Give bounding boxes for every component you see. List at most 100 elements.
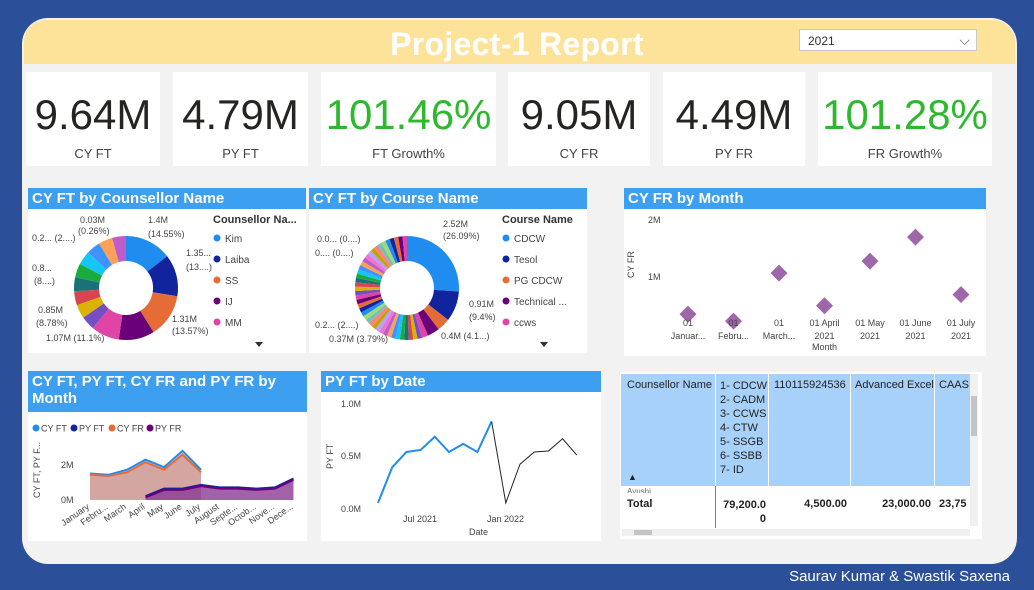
- x-tick: Januar...: [671, 331, 706, 341]
- donut-slice[interactable]: [407, 236, 459, 292]
- x-tick: 2021: [905, 331, 925, 341]
- legend-scroll-down-icon[interactable]: [255, 342, 263, 347]
- kpi-card-cy-fr[interactable]: 9.05M CY FR: [508, 72, 650, 166]
- legend-label[interactable]: Tesol: [514, 255, 537, 266]
- scrollbar-thumb[interactable]: [971, 396, 977, 436]
- x-tick: March...: [763, 331, 796, 341]
- x-tick: Jul 2021: [403, 514, 437, 524]
- total-row-label: Total: [627, 498, 653, 510]
- column-header-course-codes[interactable]: 1- CDCW 2- CADM 3- CCWS 4- CTW 5- SSGB 6…: [720, 379, 780, 477]
- legend-label[interactable]: PG CDCW: [514, 276, 563, 287]
- data-label: (13.57%): [172, 326, 209, 336]
- legend[interactable]: CDCW Tesol PG CDCW Technical ... ccws: [502, 234, 567, 329]
- y-tick: 0.5M: [341, 451, 361, 461]
- data-label: (8.78%): [36, 318, 68, 328]
- x-tick: 2021: [814, 331, 834, 341]
- legend-marker: [213, 234, 221, 242]
- legend-marker: [32, 424, 40, 432]
- y-tick: 0M: [61, 495, 74, 505]
- kpi-label: FT Growth%: [372, 146, 445, 161]
- data-label: (26.09%): [443, 231, 480, 241]
- x-tick: May: [145, 501, 165, 519]
- column-header-advanced-excel[interactable]: Advanced Excel: [855, 379, 934, 391]
- legend[interactable]: Kim Laiba SS IJ MM: [213, 234, 250, 329]
- date-line-chart[interactable]: PY FT 1.0M 0.5M 0.0M Jul 2021 Jan 2022 D…: [321, 391, 601, 541]
- legend-label[interactable]: Laiba: [225, 255, 250, 266]
- column-header-counsellor[interactable]: Counsellor Name: [627, 379, 715, 391]
- combo-area-chart[interactable]: CY FT PY FT CY FR PY FR CY FT, PY F... 2M 0…: [28, 412, 307, 541]
- data-label: 0.8...: [32, 263, 52, 273]
- data-label: 1.31M: [172, 314, 197, 324]
- month-scatter-chart[interactable]: CY FR 2M 1M 01 Januar... 01 Febru... 01 March…: [624, 208, 986, 356]
- scatter-point[interactable]: [770, 264, 788, 282]
- scatter-point[interactable]: [952, 286, 970, 304]
- scatter-points[interactable]: [679, 228, 970, 330]
- legend-label[interactable]: CY FT: [41, 424, 67, 434]
- kpi-card-cy-ft[interactable]: 9.64M CY FT: [26, 72, 160, 166]
- legend-label[interactable]: PY FR: [155, 424, 182, 434]
- legend-label[interactable]: Kim: [225, 234, 242, 245]
- year-slicer-dropdown[interactable]: 2021 ⌵: [799, 29, 977, 51]
- legend-label[interactable]: PY FT: [79, 424, 105, 434]
- scatter-point[interactable]: [861, 252, 879, 270]
- kpi-card-fr-growth[interactable]: 101.28% FR Growth%: [818, 72, 992, 166]
- kpi-card-py-ft[interactable]: 4.79M PY FT: [173, 72, 308, 166]
- kpi-card-ft-growth[interactable]: 101.46% FT Growth%: [321, 72, 496, 166]
- x-axis-ticks: 01 Januar... 01 Febru... 01 March... 01 April 2…: [671, 318, 976, 341]
- data-label: (14.55%): [148, 229, 185, 239]
- vertical-scrollbar[interactable]: [970, 374, 978, 526]
- legend-label[interactable]: Technical ...: [514, 297, 567, 308]
- donut-slices[interactable]: [74, 236, 178, 340]
- kpi-card-py-fr[interactable]: 4.49M PY FR: [663, 72, 805, 166]
- legend-label[interactable]: CDCW: [514, 234, 546, 245]
- legend-title: Course Name: [502, 214, 573, 226]
- x-tick: 01 July: [947, 318, 976, 328]
- x-tick: 01: [774, 318, 784, 328]
- y-axis-title: CY FR: [626, 251, 636, 278]
- author-credit: Saurav Kumar & Swastik Saxena: [789, 568, 1010, 585]
- counsellor-donut-chart[interactable]: 0.03M (0.26%) 1.4M (14.55%) 0.2... (2...…: [28, 208, 306, 353]
- kpi-label: CY FT: [74, 146, 112, 161]
- column-divider: [850, 374, 851, 486]
- x-tick: 01: [728, 318, 738, 328]
- column-header-110115924536[interactable]: 110115924536: [774, 379, 846, 391]
- course-donut-chart[interactable]: 2.52M (26.09%) 0.0... (0....) 0.... (0..…: [309, 208, 587, 353]
- column-header-caas[interactable]: CAAS:: [939, 379, 969, 391]
- counsellor-chart-title: CY FT by Counsellor Name: [28, 188, 306, 209]
- legend-label[interactable]: CY FR: [117, 424, 144, 434]
- line-series-segment-1[interactable]: [377, 421, 493, 504]
- legend[interactable]: CY FT PY FT CY FR PY FR: [32, 424, 182, 434]
- legend-label[interactable]: IJ: [225, 297, 233, 308]
- legend-label[interactable]: ccws: [514, 318, 536, 329]
- scatter-point[interactable]: [907, 228, 924, 246]
- data-label: 1.4M: [148, 215, 168, 225]
- data-label: 0.2... (2....): [315, 320, 359, 330]
- legend-scroll-down-icon[interactable]: [540, 342, 548, 347]
- date-chart-title: PY FT by Date: [321, 371, 601, 392]
- legend-marker: [70, 424, 78, 432]
- chevron-down-icon[interactable]: ⌵: [959, 32, 970, 49]
- donut-slices[interactable]: [355, 236, 459, 340]
- kpi-value: 9.64M: [34, 91, 152, 138]
- data-label: 1.35...: [186, 248, 211, 258]
- legend-marker: [502, 297, 510, 305]
- data-label: 0.37M (3.79%): [329, 334, 388, 344]
- legend-marker: [146, 424, 154, 432]
- year-slicer-value: 2021: [808, 34, 835, 48]
- legend-label[interactable]: SS: [225, 276, 239, 287]
- line-series-segment-2[interactable]: [491, 421, 578, 505]
- x-tick: April: [126, 501, 146, 520]
- scrollbar-thumb[interactable]: [634, 530, 652, 535]
- x-tick: 01: [683, 318, 693, 328]
- column-divider: [768, 374, 769, 486]
- legend-label[interactable]: MM: [225, 318, 242, 329]
- area-series[interactable]: [89, 449, 294, 500]
- sort-ascending-icon[interactable]: ▲: [628, 472, 637, 482]
- scatter-point[interactable]: [816, 297, 833, 315]
- y-tick: 2M: [61, 460, 74, 470]
- horizontal-scrollbar[interactable]: [622, 529, 970, 536]
- data-label: (13....): [186, 262, 212, 272]
- data-label: 0.85M: [38, 305, 63, 315]
- x-axis-title: Date: [469, 527, 488, 537]
- month-chart-title: CY FR by Month: [624, 188, 986, 209]
